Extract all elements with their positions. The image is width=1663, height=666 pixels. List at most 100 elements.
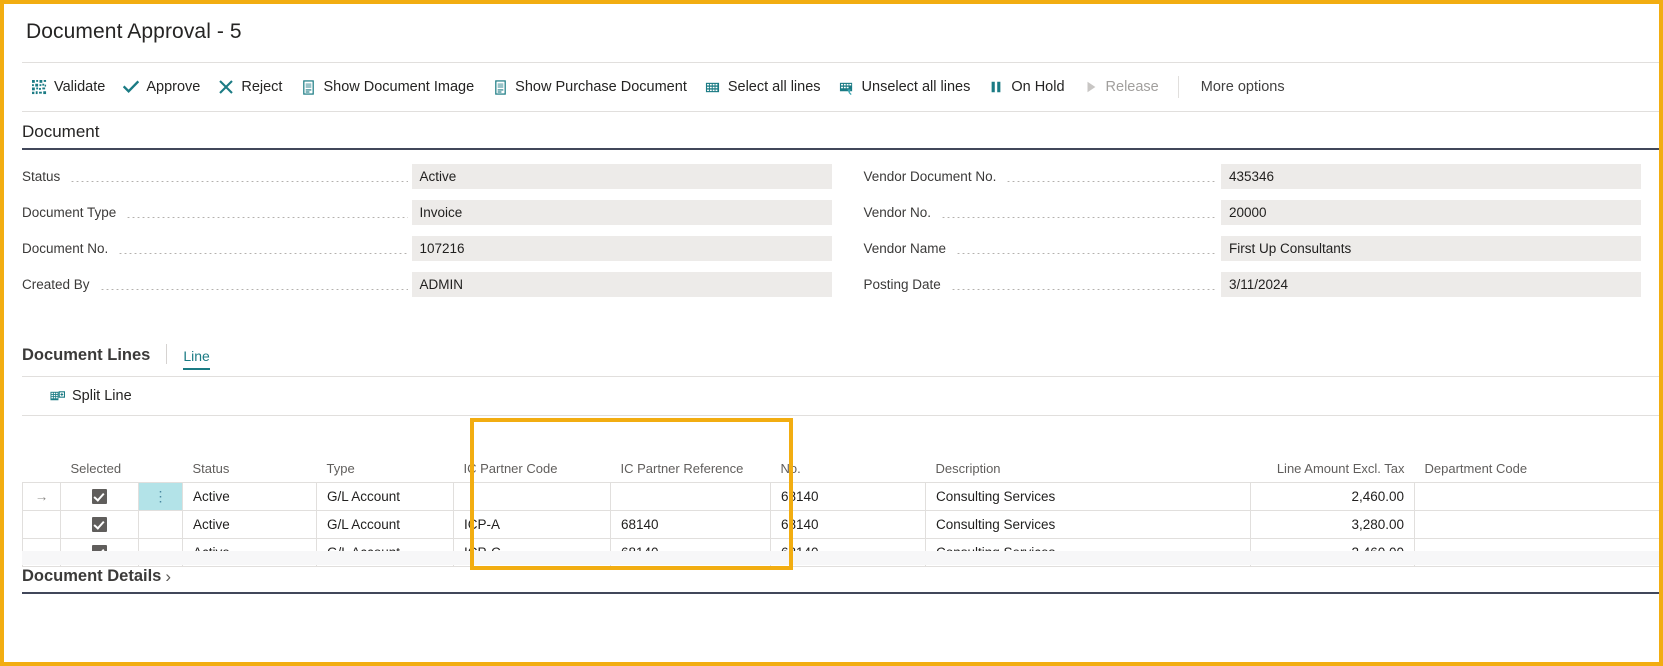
document-image-icon	[300, 79, 316, 95]
col-no[interactable]: No.	[771, 440, 926, 483]
reject-label: Reject	[241, 79, 282, 95]
dot-leader	[941, 217, 1217, 218]
col-line-amount-excl-tax[interactable]: Line Amount Excl. Tax	[1251, 440, 1415, 483]
on-hold-label: On Hold	[1011, 79, 1064, 95]
dot-leader	[118, 253, 407, 254]
col-status[interactable]: Status	[183, 440, 317, 483]
vertical-ellipsis-icon: ⋮	[154, 488, 168, 504]
more-options-button[interactable]: More options	[1189, 75, 1294, 99]
field-vendor-no-value[interactable]: 20000	[1221, 200, 1641, 225]
chevron-right-icon: ›	[165, 568, 171, 585]
show-document-image-label: Show Document Image	[323, 79, 474, 95]
pause-icon	[988, 79, 1004, 95]
page-title: Document Approval - 5	[26, 20, 242, 44]
cell-ic-partner-reference[interactable]	[611, 483, 771, 511]
table-header-row: Selected Status Type IC Partner Code IC …	[23, 440, 1663, 483]
cell-status[interactable]: Active	[183, 511, 317, 539]
cell-ic-partner-code[interactable]: ICP-A	[454, 511, 611, 539]
col-type[interactable]: Type	[317, 440, 454, 483]
toolbar-divider	[1178, 76, 1179, 98]
play-icon	[1083, 79, 1099, 95]
release-button: Release	[1074, 75, 1168, 99]
cell-description[interactable]: Consulting Services	[926, 483, 1251, 511]
field-document-no: Document No. 107216	[22, 236, 832, 261]
show-purchase-document-label: Show Purchase Document	[515, 79, 687, 95]
field-vendor-document-no-label: Vendor Document No.	[864, 169, 1003, 184]
field-status-value[interactable]: Active	[412, 164, 832, 189]
table-row[interactable]: → ⋮ Active G/L Account 68140 Consulting …	[23, 483, 1663, 511]
field-vendor-no-label: Vendor No.	[864, 205, 938, 220]
split-line-button[interactable]: Split Line	[40, 384, 141, 408]
dot-leader	[70, 181, 407, 182]
cell-status[interactable]: Active	[183, 483, 317, 511]
split-line-icon	[49, 388, 65, 404]
field-created-by: Created By ADMIN	[22, 272, 832, 297]
cell-ic-partner-code[interactable]	[454, 483, 611, 511]
cell-type[interactable]: G/L Account	[317, 511, 454, 539]
cell-description[interactable]: Consulting Services	[926, 511, 1251, 539]
unselect-all-lines-icon	[839, 79, 855, 95]
cell-line-amount-excl-tax[interactable]: 3,280.00	[1251, 511, 1415, 539]
dot-leader	[126, 217, 407, 218]
validate-button[interactable]: Validate	[22, 75, 114, 99]
dot-leader	[100, 289, 408, 290]
field-vendor-name-value[interactable]: First Up Consultants	[1221, 236, 1641, 261]
document-fields-left-column: Status Active Document Type Invoice Docu…	[22, 164, 832, 308]
col-ic-partner-code[interactable]: IC Partner Code	[454, 440, 611, 483]
col-selected[interactable]: Selected	[61, 440, 139, 483]
field-posting-date-label: Posting Date	[864, 277, 947, 292]
document-lines-table: Selected Status Type IC Partner Code IC …	[22, 440, 1663, 567]
unselect-all-lines-label: Unselect all lines	[862, 79, 971, 95]
dot-leader	[1006, 181, 1217, 182]
reject-button[interactable]: Reject	[209, 75, 291, 99]
show-document-image-button[interactable]: Show Document Image	[291, 75, 483, 99]
field-vendor-document-no: Vendor Document No. 435346	[864, 164, 1642, 189]
row-actions-menu[interactable]	[139, 511, 183, 539]
row-actions-menu[interactable]: ⋮	[139, 483, 183, 511]
field-document-no-label: Document No.	[22, 241, 114, 256]
col-department-code[interactable]: Department Code	[1415, 440, 1663, 483]
col-description[interactable]: Description	[926, 440, 1251, 483]
grid-footer-strip	[22, 551, 1659, 565]
field-created-by-label: Created By	[22, 277, 96, 292]
select-all-lines-button[interactable]: Select all lines	[696, 75, 830, 99]
more-options-label: More options	[1201, 79, 1285, 95]
release-label: Release	[1106, 79, 1159, 95]
document-image-icon	[492, 79, 508, 95]
tab-line[interactable]: Line	[183, 348, 209, 370]
cell-type[interactable]: G/L Account	[317, 483, 454, 511]
validate-grid-icon	[31, 79, 47, 95]
field-created-by-value[interactable]: ADMIN	[412, 272, 832, 297]
on-hold-button[interactable]: On Hold	[979, 75, 1073, 99]
cell-no[interactable]: 68140	[771, 511, 926, 539]
cell-department-code[interactable]	[1415, 483, 1663, 511]
command-bar: Validate Approve Reject	[22, 62, 1659, 112]
cell-line-amount-excl-tax[interactable]: 2,460.00	[1251, 483, 1415, 511]
cell-no[interactable]: 68140	[771, 483, 926, 511]
field-vendor-document-no-value[interactable]: 435346	[1221, 164, 1641, 189]
field-document-type-value[interactable]: Invoice	[412, 200, 832, 225]
field-vendor-no: Vendor No. 20000	[864, 200, 1642, 225]
field-vendor-name: Vendor Name First Up Consultants	[864, 236, 1642, 261]
field-status-label: Status	[22, 169, 66, 184]
split-line-label: Split Line	[72, 388, 132, 404]
cell-department-code[interactable]	[1415, 511, 1663, 539]
unselect-all-lines-button[interactable]: Unselect all lines	[830, 75, 980, 99]
field-document-no-value[interactable]: 107216	[412, 236, 832, 261]
dot-leader	[956, 253, 1217, 254]
col-actions	[139, 440, 183, 483]
field-posting-date: Posting Date 3/11/2024	[864, 272, 1642, 297]
lines-command-bar: Split Line	[22, 377, 1659, 416]
row-selected-checkbox[interactable]	[61, 511, 139, 539]
checkmark-icon	[123, 79, 139, 95]
row-selected-checkbox[interactable]	[61, 483, 139, 511]
document-details-title: Document Details	[22, 567, 161, 586]
document-details-section-header[interactable]: Document Details ›	[22, 566, 1659, 594]
approve-button[interactable]: Approve	[114, 75, 209, 99]
table-row[interactable]: Active G/L Account ICP-A 68140 68140 Con…	[23, 511, 1663, 539]
field-posting-date-value[interactable]: 3/11/2024	[1221, 272, 1641, 297]
col-ic-partner-reference[interactable]: IC Partner Reference	[611, 440, 771, 483]
header-divider	[166, 344, 167, 364]
show-purchase-document-button[interactable]: Show Purchase Document	[483, 75, 696, 99]
cell-ic-partner-reference[interactable]: 68140	[611, 511, 771, 539]
